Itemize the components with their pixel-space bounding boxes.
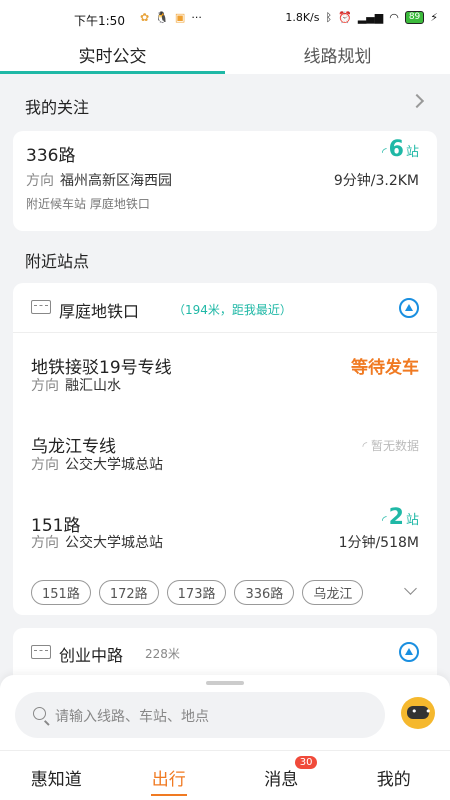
message-app-icon: ▣ (174, 11, 186, 24)
route-direction: 方向 公交大学城总站 (31, 457, 163, 473)
route-chips: 151路 172路 173路 336路 乌龙江 (31, 580, 364, 605)
top-tabs: 实时公交 线路规划 (0, 38, 450, 74)
favorites-title[interactable]: 我的关注 (25, 94, 89, 118)
nav-item-mine[interactable]: 我的 (338, 751, 450, 800)
signal-icon: ▂▄▆ (357, 11, 384, 24)
route-name: 336路 (26, 146, 76, 166)
stop-card: 厚庭地铁口 （194米，距我最近） 地铁接驳19号专线 等待发车 方向 融汇山水 … (13, 283, 437, 615)
realtime-signal-icon: ◜ (382, 513, 387, 527)
route-direction: 方向 融汇山水 (31, 378, 121, 394)
stop-header[interactable]: 厚庭地铁口 （194米，距我最近） (13, 283, 437, 333)
search-placeholder: 请输入线路、车站、地点 (55, 709, 209, 725)
alarm-icon: ⏰ (338, 11, 352, 24)
nearby-title: 附近站点 (25, 252, 90, 271)
route-chip[interactable]: 173路 (166, 580, 227, 605)
qq-icon: 🐧 (155, 11, 169, 24)
status-right: 1.8K/s ᛒ ⏰ ▂▄▆ ◠ 89 ⚡ (285, 11, 438, 24)
search-sheet: 请输入线路、车站、地点 (0, 675, 450, 750)
route-chip[interactable]: 172路 (98, 580, 159, 605)
search-icon (33, 707, 46, 720)
drag-handle[interactable] (206, 681, 244, 685)
battery-icon: 89 (404, 11, 425, 24)
stop-name: 厚庭地铁口 (59, 302, 140, 321)
status-bar: 下午1:50 ✿ 🐧 ▣ ··· 1.8K/s ᛒ ⏰ ▂▄▆ ◠ 89 ⚡ (0, 0, 450, 38)
navigate-icon[interactable] (399, 298, 419, 318)
bus-stop-icon (31, 300, 51, 314)
stop-distance: 228米 (145, 647, 180, 661)
stop-name: 创业中路 (59, 646, 124, 665)
navigate-icon[interactable] (399, 642, 419, 662)
route-chip[interactable]: 336路 (234, 580, 295, 605)
bottom-nav: 惠知道 出行 消息 30 我的 (0, 750, 450, 800)
stops-away: ◜ 2 站 (382, 505, 419, 530)
net-speed: 1.8K/s (285, 11, 320, 24)
chevron-right-icon[interactable] (409, 93, 425, 109)
assistant-robot-icon[interactable] (401, 697, 435, 729)
bus-stop-icon (31, 645, 51, 659)
tab-realtime-bus[interactable]: 实时公交 (0, 38, 225, 74)
arrival-eta: 9分钟/3.2KM (333, 173, 419, 189)
more-notifications-icon: ··· (191, 11, 202, 24)
wifi-icon: ◠ (389, 11, 399, 24)
arrival-eta: 1分钟/518M (338, 535, 419, 551)
nav-item-huizhidao[interactable]: 惠知道 (0, 751, 113, 800)
route-status: ◜ 暂无数据 (362, 439, 420, 453)
realtime-signal-icon: ◜ (362, 439, 368, 453)
route-status: 等待发车 (351, 358, 419, 378)
tab-route-planning[interactable]: 线路规划 (225, 38, 450, 74)
unread-badge: 30 (294, 756, 318, 769)
favorite-route-card[interactable]: 336路 ◜ 6 站 方向 福州高新区海西园 9分钟/3.2KM 附近候车站 厚庭… (13, 131, 437, 231)
nav-item-travel[interactable]: 出行 (113, 751, 226, 800)
route-chip[interactable]: 乌龙江 (302, 580, 364, 605)
route-direction: 方向 福州高新区海西园 (26, 173, 172, 189)
search-input[interactable]: 请输入线路、车站、地点 (15, 692, 385, 738)
charging-icon: ⚡ (430, 11, 438, 24)
route-direction: 方向 公交大学城总站 (31, 535, 163, 551)
bluetooth-icon: ᛒ (325, 11, 333, 24)
stop-distance: （194米，距我最近） (173, 303, 292, 317)
notification-app-icon: ✿ (140, 11, 150, 24)
nav-item-messages[interactable]: 消息 30 (225, 751, 338, 800)
status-time: 下午1:50 (74, 14, 125, 28)
stops-away: ◜ 6 站 (382, 137, 419, 162)
notification-icons: ✿ 🐧 ▣ ··· (140, 11, 202, 24)
route-chip[interactable]: 151路 (31, 580, 91, 605)
nearby-stop-line: 附近候车站 厚庭地铁口 (26, 197, 150, 211)
realtime-signal-icon: ◜ (382, 145, 387, 159)
